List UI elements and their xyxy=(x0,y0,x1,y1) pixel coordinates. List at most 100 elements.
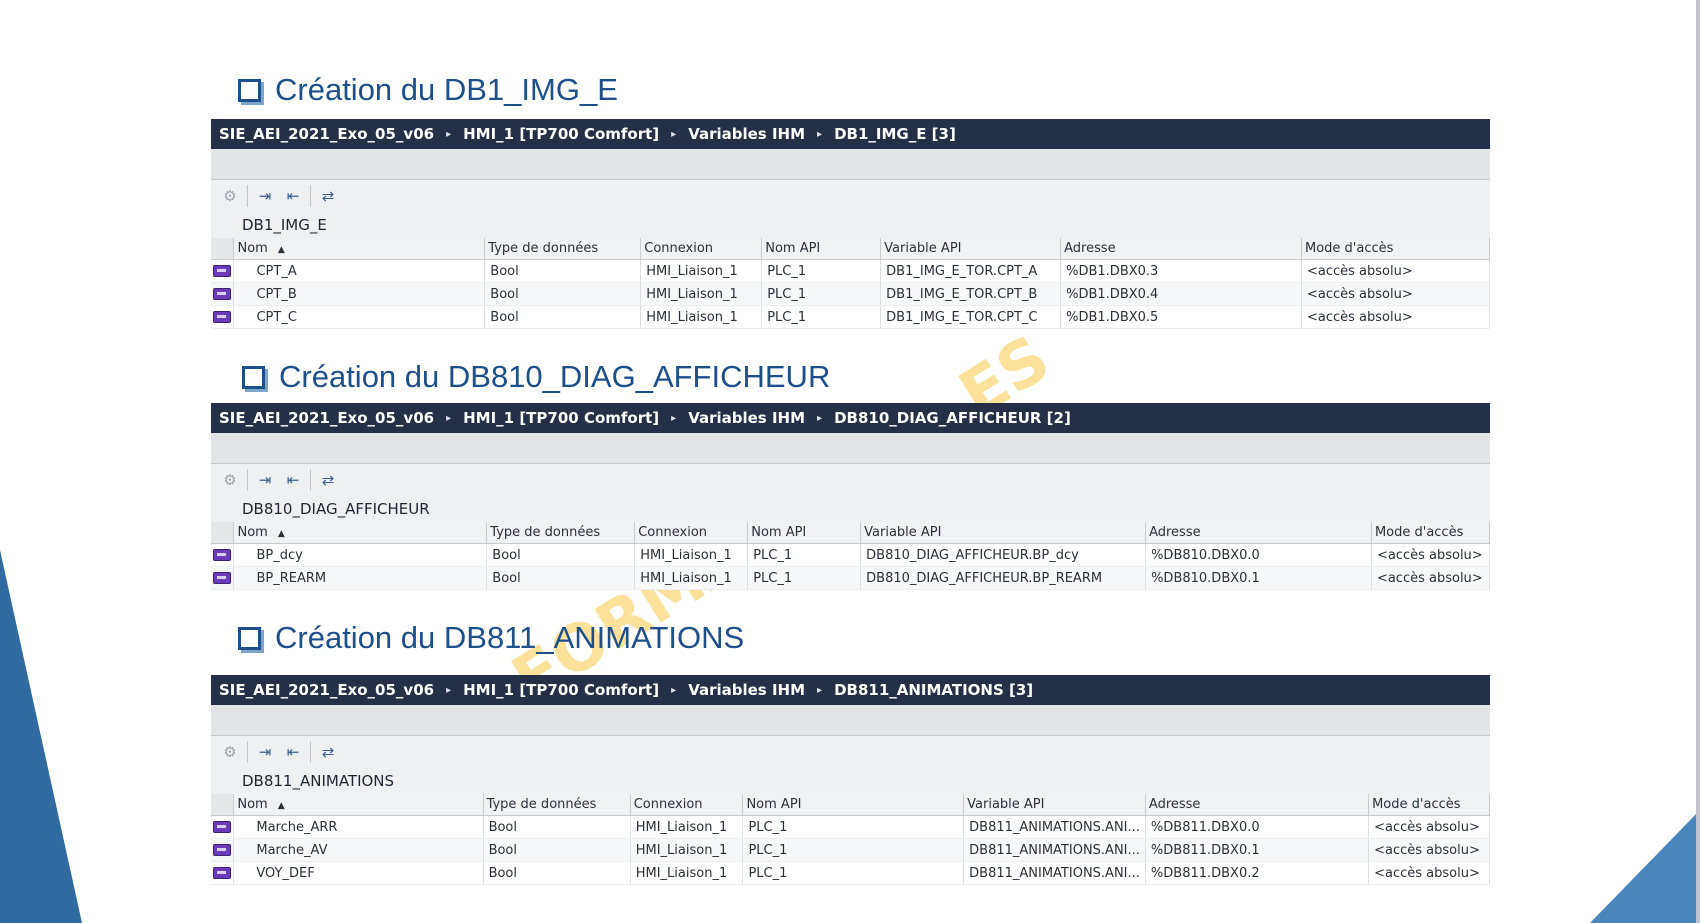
cell-addr[interactable]: %DB811.DBX0.2 xyxy=(1145,861,1370,885)
cell-addr[interactable]: %DB810.DBX0.1 xyxy=(1145,566,1372,590)
breadcrumb-item[interactable]: HMI_1 [TP700 Comfort] xyxy=(463,409,659,427)
import-icon[interactable]: ⇥ xyxy=(254,741,276,763)
cell-conn[interactable]: HMI_Liaison_1 xyxy=(630,815,744,839)
column-header[interactable]: Nom API xyxy=(742,794,965,816)
cell-var[interactable]: DB810_DIAG_AFFICHEUR.BP_dcy xyxy=(860,543,1147,567)
column-header[interactable]: Type de données xyxy=(486,522,636,544)
column-header[interactable]: Nom ▲ xyxy=(233,238,486,260)
cell-addr[interactable]: %DB1.DBX0.4 xyxy=(1060,282,1302,306)
cell-name[interactable]: VOY_DEF xyxy=(233,861,484,885)
import-icon[interactable]: ⇥ xyxy=(254,185,276,207)
cell-mode[interactable]: <accès absolu> xyxy=(1371,566,1490,590)
column-header[interactable]: Adresse xyxy=(1060,238,1302,260)
breadcrumb-item[interactable]: Variables IHM xyxy=(688,681,805,699)
sync-icon[interactable]: ⇄ xyxy=(317,469,339,491)
table-row[interactable]: BP_dcy Bool HMI_Liaison_1 PLC_1 DB810_DIAG_A… xyxy=(211,543,1490,567)
cell-mode[interactable]: <accès absolu> xyxy=(1368,815,1490,839)
settings-icon[interactable]: ⚙ xyxy=(219,185,241,207)
breadcrumb-item[interactable]: DB1_IMG_E [3] xyxy=(834,125,956,143)
cell-var[interactable]: DB810_DIAG_AFFICHEUR.BP_REARM xyxy=(860,566,1147,590)
column-header[interactable]: Connexion xyxy=(630,794,744,816)
cell-mode[interactable]: <accès absolu> xyxy=(1301,282,1490,306)
cell-addr[interactable]: %DB810.DBX0.0 xyxy=(1145,543,1372,567)
cell-conn[interactable]: HMI_Liaison_1 xyxy=(630,838,744,862)
cell-type[interactable]: Bool xyxy=(484,259,642,283)
cell-name[interactable]: CPT_C xyxy=(233,305,486,329)
table-row[interactable]: Marche_ARR Bool HMI_Liaison_1 PLC_1 DB811_AN… xyxy=(211,815,1490,839)
cell-name[interactable]: BP_REARM xyxy=(233,566,488,590)
cell-addr[interactable]: %DB811.DBX0.1 xyxy=(1145,838,1370,862)
breadcrumb-item[interactable]: SIE_AEI_2021_Exo_05_v06 xyxy=(219,125,434,143)
settings-icon[interactable]: ⚙ xyxy=(219,741,241,763)
cell-conn[interactable]: HMI_Liaison_1 xyxy=(640,282,763,306)
breadcrumb-item[interactable]: Variables IHM xyxy=(688,409,805,427)
cell-api[interactable]: PLC_1 xyxy=(742,815,965,839)
cell-api[interactable]: PLC_1 xyxy=(761,259,882,283)
breadcrumb-item[interactable]: Variables IHM xyxy=(688,125,805,143)
table-row[interactable]: VOY_DEF Bool HMI_Liaison_1 PLC_1 DB811_ANIMA… xyxy=(211,861,1490,885)
column-header[interactable]: Connexion xyxy=(634,522,749,544)
column-header[interactable]: Variable API xyxy=(963,794,1146,816)
cell-var[interactable]: DB1_IMG_E_TOR.CPT_A xyxy=(880,259,1062,283)
export-icon[interactable]: ⇤ xyxy=(282,741,304,763)
cell-mode[interactable]: <accès absolu> xyxy=(1368,838,1490,862)
cell-conn[interactable]: HMI_Liaison_1 xyxy=(640,259,763,283)
cell-name[interactable]: Marche_ARR xyxy=(233,815,484,839)
column-header[interactable]: Connexion xyxy=(640,238,763,260)
cell-name[interactable]: BP_dcy xyxy=(233,543,488,567)
cell-api[interactable]: PLC_1 xyxy=(742,861,965,885)
cell-api[interactable]: PLC_1 xyxy=(761,305,882,329)
cell-type[interactable]: Bool xyxy=(484,282,642,306)
breadcrumb-item[interactable]: HMI_1 [TP700 Comfort] xyxy=(463,125,659,143)
column-header[interactable]: Type de données xyxy=(484,238,642,260)
column-header[interactable]: Mode d'accès xyxy=(1301,238,1490,260)
cell-api[interactable]: PLC_1 xyxy=(761,282,882,306)
cell-conn[interactable]: HMI_Liaison_1 xyxy=(640,305,763,329)
cell-mode[interactable]: <accès absolu> xyxy=(1301,259,1490,283)
breadcrumb-item[interactable]: HMI_1 [TP700 Comfort] xyxy=(463,681,659,699)
column-header[interactable]: Nom API xyxy=(761,238,882,260)
sync-icon[interactable]: ⇄ xyxy=(317,185,339,207)
column-header[interactable]: Variable API xyxy=(860,522,1147,544)
column-header[interactable]: Variable API xyxy=(880,238,1062,260)
cell-mode[interactable]: <accès absolu> xyxy=(1368,861,1490,885)
cell-var[interactable]: DB1_IMG_E_TOR.CPT_C xyxy=(880,305,1062,329)
sync-icon[interactable]: ⇄ xyxy=(317,741,339,763)
cell-type[interactable]: Bool xyxy=(484,305,642,329)
column-header[interactable]: Nom API xyxy=(747,522,862,544)
column-header[interactable]: Nom ▲ xyxy=(233,794,484,816)
cell-type[interactable]: Bool xyxy=(483,838,631,862)
cell-type[interactable]: Bool xyxy=(483,861,631,885)
column-header[interactable]: Nom ▲ xyxy=(233,522,488,544)
column-header[interactable]: Mode d'accès xyxy=(1371,522,1490,544)
settings-icon[interactable]: ⚙ xyxy=(219,469,241,491)
cell-addr[interactable]: %DB1.DBX0.5 xyxy=(1060,305,1302,329)
export-icon[interactable]: ⇤ xyxy=(282,469,304,491)
cell-name[interactable]: CPT_B xyxy=(233,282,486,306)
cell-var[interactable]: DB811_ANIMATIONS.ANI... xyxy=(963,815,1146,839)
table-row[interactable]: CPT_C Bool HMI_Liaison_1 PLC_1 DB1_IMG_E_TOR… xyxy=(211,305,1490,329)
cell-mode[interactable]: <accès absolu> xyxy=(1371,543,1490,567)
cell-var[interactable]: DB1_IMG_E_TOR.CPT_B xyxy=(880,282,1062,306)
table-row[interactable]: BP_REARM Bool HMI_Liaison_1 PLC_1 DB810_DIAG… xyxy=(211,566,1490,590)
column-header[interactable]: Type de données xyxy=(483,794,631,816)
cell-addr[interactable]: %DB811.DBX0.0 xyxy=(1145,815,1370,839)
cell-addr[interactable]: %DB1.DBX0.3 xyxy=(1060,259,1302,283)
table-row[interactable]: CPT_A Bool HMI_Liaison_1 PLC_1 DB1_IMG_E_TOR… xyxy=(211,259,1490,283)
cell-var[interactable]: DB811_ANIMATIONS.ANI... xyxy=(963,838,1146,862)
export-icon[interactable]: ⇤ xyxy=(282,185,304,207)
cell-conn[interactable]: HMI_Liaison_1 xyxy=(634,543,749,567)
cell-name[interactable]: CPT_A xyxy=(233,259,486,283)
cell-var[interactable]: DB811_ANIMATIONS.ANI... xyxy=(963,861,1146,885)
column-header[interactable]: Mode d'accès xyxy=(1368,794,1490,816)
breadcrumb-item[interactable]: DB811_ANIMATIONS [3] xyxy=(834,681,1033,699)
breadcrumb-item[interactable]: DB810_DIAG_AFFICHEUR [2] xyxy=(834,409,1071,427)
cell-api[interactable]: PLC_1 xyxy=(747,566,862,590)
cell-conn[interactable]: HMI_Liaison_1 xyxy=(634,566,749,590)
table-row[interactable]: Marche_AV Bool HMI_Liaison_1 PLC_1 DB811_ANI… xyxy=(211,838,1490,862)
column-header[interactable]: Adresse xyxy=(1145,794,1370,816)
breadcrumb-item[interactable]: SIE_AEI_2021_Exo_05_v06 xyxy=(219,681,434,699)
cell-conn[interactable]: HMI_Liaison_1 xyxy=(630,861,744,885)
cell-api[interactable]: PLC_1 xyxy=(742,838,965,862)
cell-type[interactable]: Bool xyxy=(486,543,636,567)
